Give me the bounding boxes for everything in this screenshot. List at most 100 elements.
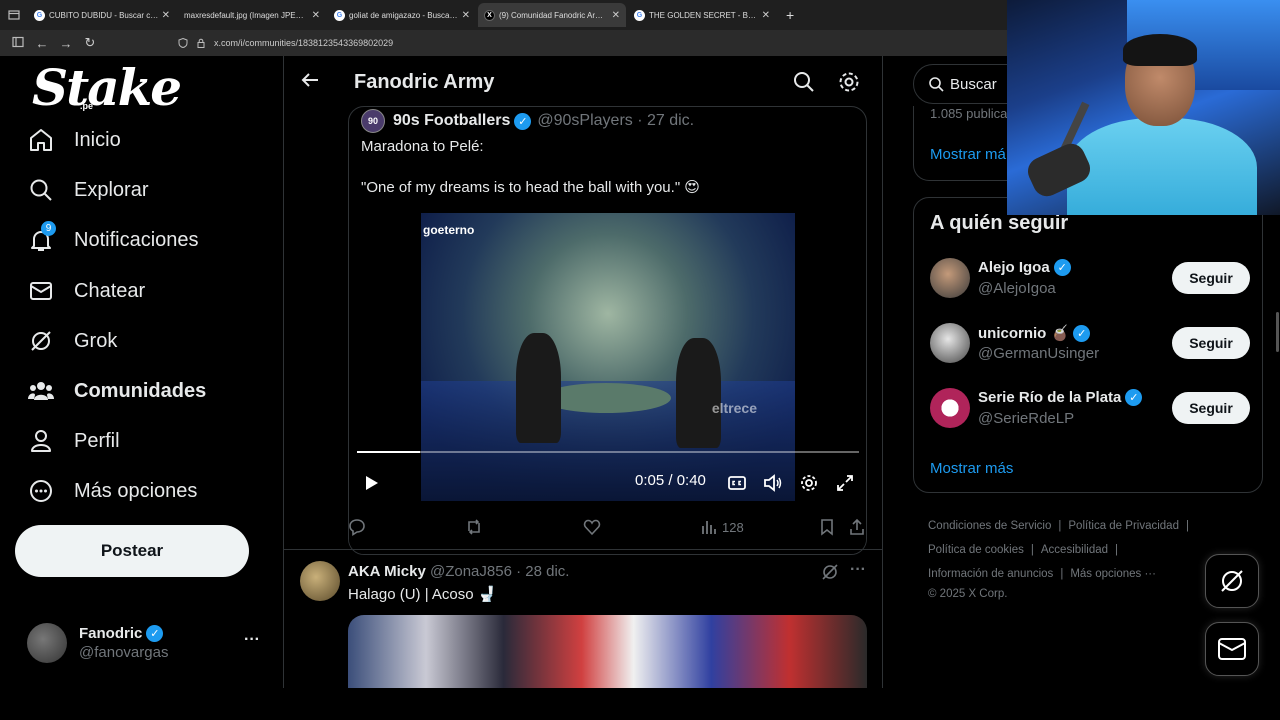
captions-icon[interactable] xyxy=(727,473,747,493)
new-tab-button[interactable]: + xyxy=(786,7,794,23)
nav-item-mas-opciones[interactable]: Más opciones xyxy=(28,476,197,506)
browser-tab[interactable]: G THE GOLDEN SECRET - Buscar c…✕ xyxy=(628,3,776,27)
post-author-meta: @ZonaJ856 · 28 dic. xyxy=(429,563,570,580)
avatar xyxy=(930,258,970,298)
verified-badge-icon: ✓ xyxy=(1073,324,1091,342)
browser-tab[interactable]: Ggoliat de amigazazo - Buscar co…✕ xyxy=(328,3,476,27)
footer-link[interactable]: Condiciones de Servicio xyxy=(928,520,1051,532)
browser-tab[interactable]: G CUBITO DUBIDU - Buscar con G ✕ xyxy=(28,3,176,27)
video-watermark: eltrece xyxy=(711,400,757,416)
close-tab-icon[interactable]: ✕ xyxy=(312,10,320,21)
shield-icon xyxy=(178,38,188,48)
reply-icon[interactable] xyxy=(348,518,366,536)
grok-icon[interactable] xyxy=(821,563,839,581)
tab-title: THE GOLDEN SECRET - Buscar c… xyxy=(649,10,759,20)
more-icon[interactable]: ··· xyxy=(850,561,866,579)
show-more-link[interactable]: Mostrar más xyxy=(930,460,1013,477)
google-favicon-icon: G xyxy=(634,9,645,21)
footer-link[interactable]: Más opciones ··· xyxy=(1070,568,1156,580)
nav-item-notificaciones[interactable]: 9 Notificaciones xyxy=(28,221,199,255)
scrollbar-thumb[interactable] xyxy=(1276,312,1279,352)
grok-fab[interactable] xyxy=(1205,554,1259,608)
reload-icon[interactable]: ↻ xyxy=(78,35,102,51)
sidebar-toggle-icon[interactable] xyxy=(6,36,30,51)
nav-item-perfil[interactable]: Perfil xyxy=(28,426,120,456)
footer-link[interactable]: Accesibilidad xyxy=(1041,544,1108,556)
post-author-name[interactable]: AKA Micky xyxy=(348,563,426,580)
follow-suggestion[interactable]: Alejo Igoa ✓ @AlejoIgoa Seguir xyxy=(930,254,1250,304)
post-divider xyxy=(284,549,882,550)
bell-icon: 9 xyxy=(28,221,56,253)
close-tab-icon[interactable]: ✕ xyxy=(762,10,770,21)
account-more-icon[interactable]: ··· xyxy=(244,631,260,649)
avatar xyxy=(27,623,67,663)
follow-button[interactable]: Seguir xyxy=(1172,262,1250,294)
close-tab-icon[interactable]: ✕ xyxy=(462,10,470,21)
x-favicon-icon: X xyxy=(484,9,495,21)
forward-icon[interactable]: → xyxy=(54,36,78,51)
like-icon[interactable] xyxy=(583,518,601,536)
nav-item-grok[interactable]: Grok xyxy=(28,326,117,356)
back-icon[interactable]: ← xyxy=(30,36,54,51)
video-player[interactable]: goeterno eltrece 0:05 / 0:40 xyxy=(349,213,866,554)
bookmark-icon[interactable] xyxy=(818,518,836,536)
nav-item-inicio[interactable]: Inicio xyxy=(28,125,121,155)
close-tab-icon[interactable]: ✕ xyxy=(162,10,170,21)
settings-icon[interactable] xyxy=(799,473,819,493)
suggestion-name-row: unicornio 🧉 ✓ xyxy=(978,324,1091,342)
copyright: © 2025 X Corp. xyxy=(928,588,1008,600)
more-circle-icon xyxy=(28,478,54,504)
repost-icon[interactable] xyxy=(465,518,483,536)
show-more-link[interactable]: Mostrar má xyxy=(930,146,1006,163)
tab-overview-icon[interactable] xyxy=(0,0,28,30)
video-progress-bar[interactable] xyxy=(357,451,859,453)
browser-tab[interactable]: maxresdefault.jpg (Imagen JPEG, 1280…✕ xyxy=(178,3,326,27)
search-icon[interactable] xyxy=(792,70,816,94)
avatar xyxy=(930,388,970,428)
views-count: 128 xyxy=(722,520,744,535)
views-icon[interactable] xyxy=(700,518,718,536)
nav-item-comunidades[interactable]: Comunidades xyxy=(28,376,206,406)
verified-badge-icon: ✓ xyxy=(1053,259,1071,276)
avatar[interactable] xyxy=(300,561,340,601)
footer-link[interactable]: Información de anuncios xyxy=(928,568,1053,580)
quoted-post[interactable]: 90 90s Footballers ✓ @90sPlayers · 27 di… xyxy=(348,106,867,555)
share-icon[interactable] xyxy=(848,518,866,536)
post-image[interactable] xyxy=(348,615,867,688)
suggestion-name: Serie Río de la Plata xyxy=(978,389,1122,406)
video-frame: goeterno eltrece xyxy=(421,213,795,501)
gear-icon[interactable] xyxy=(837,70,861,94)
nav-label: Grok xyxy=(74,329,118,352)
home-icon xyxy=(28,127,54,153)
account-switcher[interactable]: Fanodric ✓ @fanovargas xyxy=(27,623,168,663)
back-arrow-icon[interactable] xyxy=(284,71,338,95)
follow-suggestion[interactable]: unicornio 🧉 ✓ @GermanUsinger Seguir xyxy=(930,319,1250,369)
nav-label: Explorar xyxy=(74,178,149,201)
messages-fab[interactable] xyxy=(1205,622,1259,676)
tab-title: maxresdefault.jpg (Imagen JPEG, 1280… xyxy=(184,10,309,20)
quoted-author-name[interactable]: 90s Footballers xyxy=(393,112,510,130)
browser-tab-active[interactable]: X (9) Comunidad Fanodric Army / X ✕ xyxy=(478,3,626,27)
nav-label: Chatear xyxy=(74,279,146,302)
suggestion-name-row: Serie Río de la Plata ✓ xyxy=(978,389,1143,406)
stake-logo[interactable]: Stake xyxy=(32,58,182,117)
follow-suggestion[interactable]: Serie Río de la Plata ✓ @SerieRdeLP Segui… xyxy=(930,384,1250,434)
close-tab-icon[interactable]: ✕ xyxy=(612,10,620,21)
tab-title: (9) Comunidad Fanodric Army / X xyxy=(499,10,609,20)
footer-link[interactable]: Política de Privacidad xyxy=(1068,520,1179,532)
account-name: Fanodric xyxy=(79,625,143,642)
nav-item-explorar[interactable]: Explorar xyxy=(28,175,148,205)
search-icon xyxy=(28,177,54,203)
follow-button[interactable]: Seguir xyxy=(1172,327,1250,359)
left-sidebar: Stake .pe Inicio Explorar 9 Notificacion… xyxy=(0,56,283,688)
nav-item-chatear[interactable]: Chatear xyxy=(28,276,145,306)
follow-button[interactable]: Seguir xyxy=(1172,392,1250,424)
url-field[interactable]: x.com/i/communities/1838123543369802029 xyxy=(178,38,393,48)
volume-icon[interactable] xyxy=(763,473,783,493)
post-button[interactable]: Postear xyxy=(15,525,249,577)
quoted-post-text: Maradona to Pelé: xyxy=(361,138,484,155)
footer-link[interactable]: Política de cookies xyxy=(928,544,1024,556)
play-icon[interactable] xyxy=(363,475,379,491)
webcam-person-hair xyxy=(1123,34,1197,66)
fullscreen-icon[interactable] xyxy=(835,473,855,493)
